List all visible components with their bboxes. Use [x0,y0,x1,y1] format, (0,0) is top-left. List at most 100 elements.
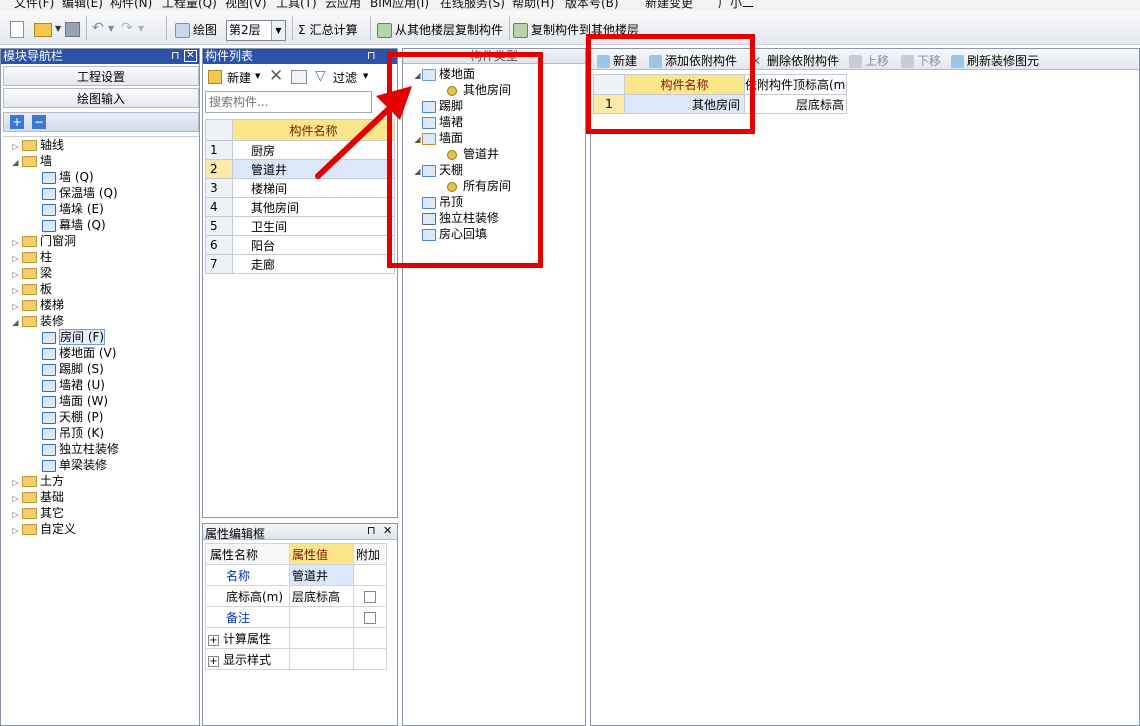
property-value[interactable] [289,648,354,670]
nav-tree-item[interactable]: ▷ 楼梯 [11,297,64,313]
refresh-decoration-button[interactable]: 刷新装修图元 [951,52,1039,69]
component-name-cell[interactable]: 厨房 [232,140,395,160]
delete-attached-button[interactable]: ✕ 删除依附构件 [751,52,839,69]
redo-dropdown-icon[interactable]: ▼ [138,24,144,33]
menu-quantity[interactable]: 工程量(Q) [162,0,217,11]
nav-tree-item[interactable]: 墙裙 (U) [33,377,105,393]
component-row[interactable]: 7 走廊 [205,254,395,274]
expand-icon[interactable]: + [208,655,219,667]
delete-icon[interactable]: ✕ [269,66,283,86]
search-input[interactable] [205,91,372,113]
nav-tree-item[interactable]: ▷ 梁 [11,265,52,281]
component-row[interactable]: 3 楼梯间 [205,178,395,198]
nav-tree-item[interactable]: ◢ 装修 [11,313,64,329]
property-row[interactable]: 底标高(m) 层底标高 [205,585,387,607]
project-settings-button[interactable]: 工程设置 [3,66,199,86]
nav-tree-item[interactable]: 吊顶 (K) [33,425,104,441]
nav-tree-item[interactable]: 单梁装修 [33,457,107,473]
nav-tree-item[interactable]: ▷ 板 [11,281,52,297]
menu-file[interactable]: 文件(F) [14,0,54,11]
menu-help[interactable]: 帮助(H) [512,0,554,11]
expand-all-button[interactable]: + [10,115,24,129]
chevron-down-icon[interactable]: ▼ [255,72,260,80]
menu-tools[interactable]: 工具(T) [276,0,317,11]
collapse-icon[interactable]: ◢ [11,315,20,331]
move-down-button[interactable]: 下移 [901,52,941,69]
nav-tree-item[interactable]: 墙面 (W) [33,393,108,409]
property-value[interactable]: 层底标高 [289,585,354,607]
pin-icon[interactable]: ⊓ [367,49,376,62]
component-row[interactable]: 2 管道井 [205,159,395,179]
pin-icon[interactable]: ⊓ [171,49,180,62]
property-row[interactable]: + 显示样式 [205,648,387,670]
copy-icon[interactable] [291,70,307,84]
nav-tree-item[interactable]: ◢ 墙 [11,153,52,169]
component-name-cell[interactable]: 管道井 [232,159,395,179]
nav-tree-item[interactable]: 楼地面 (V) [33,345,116,361]
nav-tree-item[interactable]: 幕墙 (Q) [33,217,106,233]
nav-tree-item[interactable]: 墙垛 (E) [33,201,104,217]
component-name-cell[interactable]: 走廊 [232,254,395,274]
menu-view[interactable]: 视图(V) [225,0,267,11]
copy-from-floor-button[interactable]: 从其他楼层复制构件 [377,19,503,41]
nav-tree-item[interactable]: ▷ 门窗洞 [11,233,76,249]
filter-button[interactable]: 过滤 [333,69,357,86]
menu-new-change[interactable]: 新建变更 [645,0,693,11]
property-value[interactable] [289,627,354,649]
property-value[interactable] [289,606,354,628]
nav-tree-item[interactable]: 独立柱装修 [33,441,119,457]
component-name-cell[interactable]: 卫生间 [232,216,395,236]
close-icon[interactable]: ✕ [383,524,392,537]
menu-component[interactable]: 构件(N) [110,0,152,11]
menu-assistant[interactable]: 广小二 [718,0,754,11]
component-row[interactable]: 6 阳台 [205,235,395,255]
new-component-button[interactable]: 新建 [227,69,251,86]
attached-height-header[interactable]: 依附构件顶标高(m [744,74,847,95]
expand-icon[interactable]: ▷ [11,523,20,539]
menu-cloud[interactable]: 云应用 [325,0,361,11]
open-dropdown-icon[interactable]: ▼ [55,24,61,33]
draw-input-button[interactable]: 绘图输入 [3,88,199,108]
chevron-down-icon[interactable]: ▼ [271,21,285,40]
open-folder-icon[interactable] [34,23,52,37]
undo-dropdown-icon[interactable]: ▼ [108,24,114,33]
component-name-header[interactable]: 构件名称 [232,119,395,141]
undo-icon[interactable]: ↶ [92,20,104,36]
nav-tree-item[interactable]: 保温墙 (Q) [33,185,118,201]
new-file-icon[interactable] [10,21,24,38]
menu-online[interactable]: 在线服务(S) [440,0,505,11]
component-name-cell[interactable]: 楼梯间 [232,178,395,198]
menu-bim[interactable]: BIM应用(I) [370,0,429,11]
nav-tree-item[interactable]: ▷ 基础 [11,489,64,505]
expand-icon[interactable]: + [208,634,219,646]
close-icon[interactable]: ✕ [184,50,197,62]
redo-icon[interactable]: ↷ [121,20,133,36]
component-name-cell[interactable]: 阳台 [232,235,395,255]
attach-checkbox[interactable] [364,590,376,603]
save-icon[interactable] [65,22,80,37]
component-row[interactable]: 5 卫生间 [205,216,395,236]
nav-tree-item[interactable]: ▷ 柱 [11,249,52,265]
move-up-button[interactable]: 上移 [849,52,889,69]
draw-button[interactable]: 绘图 [175,19,217,41]
nav-tree-item[interactable]: ▷ 其它 [11,505,64,521]
nav-tree-item[interactable]: 踢脚 (S) [33,361,104,377]
chevron-down-icon[interactable]: ▼ [363,72,368,80]
nav-tree-item[interactable]: 墙 (Q) [33,169,94,185]
floor-select[interactable]: 第2层 ▼ [226,20,286,41]
pin-icon[interactable]: ⊓ [367,524,376,537]
property-row[interactable]: 备注 [205,606,387,628]
nav-tree-item[interactable]: 天棚 (P) [33,409,103,425]
property-row[interactable]: 名称 管道井 [205,564,387,586]
attached-height-cell[interactable]: 层底标高 [744,94,847,114]
nav-tree-item[interactable]: ▷ 轴线 [11,137,64,153]
nav-tree-item[interactable]: 房间 (F) [33,329,106,345]
component-row[interactable]: 1 厨房 [205,140,395,160]
sum-calc-button[interactable]: Σ 汇总计算 [298,19,358,41]
nav-tree-item[interactable]: ▷ 自定义 [11,521,76,537]
collapse-all-button[interactable]: − [32,115,46,129]
component-row[interactable]: 4 其他房间 [205,197,395,217]
collapse-icon[interactable]: ◢ [11,155,20,171]
menu-version[interactable]: 版本号(B) [565,0,619,11]
nav-tree-item[interactable]: ▷ 土方 [11,473,64,489]
